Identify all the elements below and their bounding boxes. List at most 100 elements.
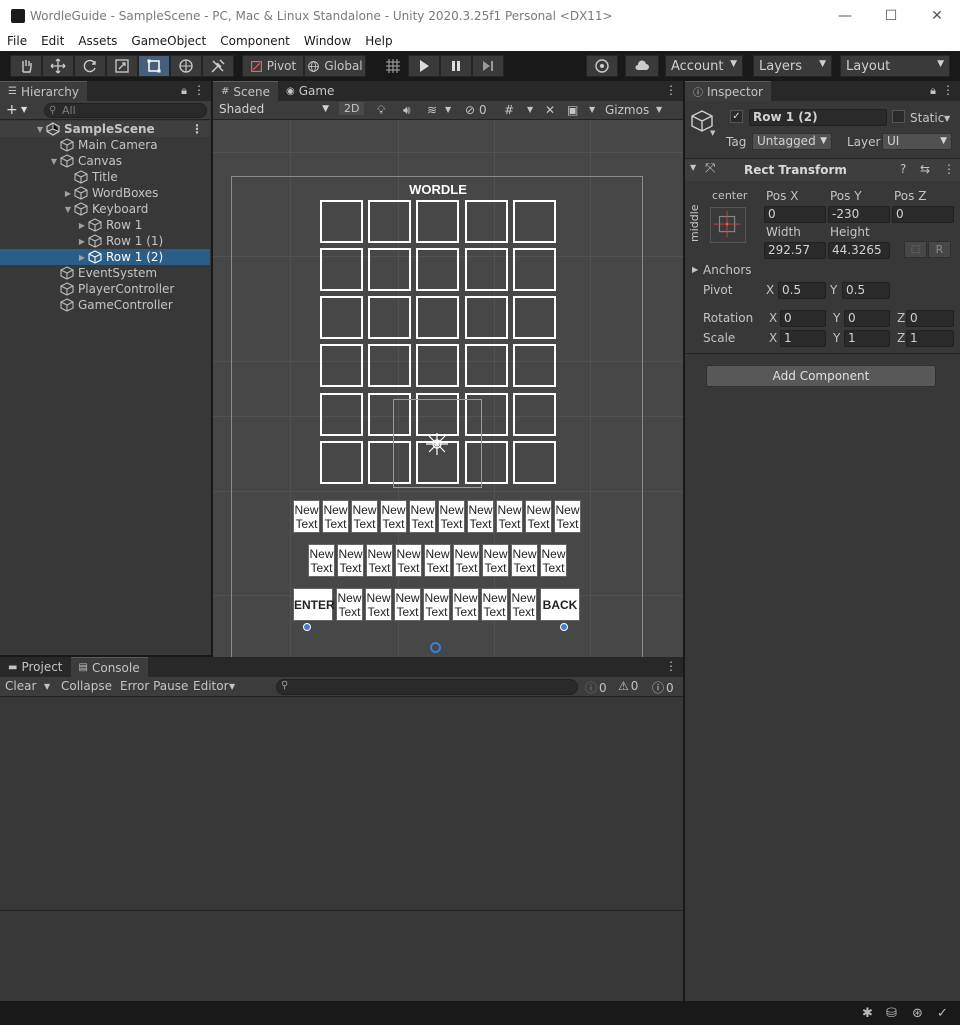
cloud-button[interactable] [625,55,659,77]
keyboard-key[interactable]: New Text [322,500,349,533]
rotate-tool-button[interactable] [74,55,106,77]
layers-dropdown[interactable]: Layers ▼ [753,55,832,77]
expand-arrow-icon[interactable]: ▶ [76,237,88,246]
expand-arrow-icon[interactable]: ▶ [76,253,88,262]
menu-assets[interactable]: Assets [71,34,124,48]
console-detail-area[interactable] [0,911,683,1001]
blueprint-mode-button[interactable]: ⬚ [904,241,927,258]
move-tool-button[interactable] [42,55,74,77]
rect-transform-header[interactable]: ▼ ⤧ Rect Transform ? ⇆ ⋮ [685,159,960,181]
pos-z-field[interactable]: 0 [892,206,954,223]
anchor-handle[interactable] [560,623,568,631]
static-checkbox[interactable] [892,110,905,123]
tab-hierarchy[interactable]: ☰ Hierarchy [0,81,87,101]
tab-project[interactable]: ▬ Project [0,657,71,677]
object-name-field[interactable]: Row 1 (2) [749,109,887,126]
keyboard-key[interactable]: New Text [424,544,451,577]
network-icon[interactable]: ⊛ [912,1006,923,1021]
scale-y-field[interactable]: 1 [844,330,890,347]
layer-dropdown[interactable]: UI ▼ [882,133,952,150]
error-count-badge[interactable]: ⓘ 0 [652,679,674,696]
expand-arrow-icon[interactable]: ▼ [48,157,60,166]
shading-mode-dropdown[interactable]: Shaded ▼ [215,102,333,119]
hierarchy-item-row-1-2[interactable]: ▶ Row 1 (2) [0,249,210,265]
hierarchy-search-input[interactable]: ⚲ All [44,103,207,118]
hierarchy-item-canvas[interactable]: ▼ Canvas [0,153,210,169]
keyboard-key[interactable]: New Text [510,588,537,621]
add-icon[interactable]: + [6,102,18,118]
caret-down-icon[interactable]: ▼ [21,105,27,114]
more-options-icon[interactable]: ⋮ [665,83,677,97]
editor-dropdown[interactable]: Editor [193,679,229,693]
tab-console[interactable]: ▤ Console [70,657,148,677]
more-options-icon[interactable]: ⋮ [665,659,677,673]
expand-arrow-icon[interactable]: ▶ [692,265,698,274]
pivot-y-field[interactable]: 0.5 [842,282,890,299]
rotation-y-field[interactable]: 0 [844,310,890,327]
keyboard-key[interactable]: New Text [511,544,538,577]
collapse-toggle[interactable]: Collapse [61,679,112,693]
keyboard-key[interactable]: New Text [366,544,393,577]
minimize-button[interactable]: — [822,0,868,31]
more-options-icon[interactable]: ⋮ [942,83,954,97]
2d-toggle-button[interactable]: 2D [339,102,365,115]
caret-down-icon[interactable]: ▼ [589,105,595,114]
keyboard-key[interactable]: New Text [481,588,508,621]
account-dropdown[interactable]: Account ▼ [665,55,743,77]
global-toggle-button[interactable]: Global [304,55,366,77]
keyboard-key[interactable]: New Text [453,544,480,577]
scale-x-field[interactable]: 1 [780,330,826,347]
more-options-icon[interactable]: ⋮ [193,83,205,97]
menu-window[interactable]: Window [297,34,358,48]
hierarchy-item-title[interactable]: Title [0,169,210,185]
keyboard-key[interactable]: New Text [308,544,335,577]
error-pause-toggle[interactable]: Error Pause [120,679,188,693]
pivot-x-field[interactable]: 0.5 [778,282,826,299]
more-options-icon[interactable]: ⋮ [191,122,203,136]
caret-down-icon[interactable]: ▼ [656,105,662,114]
custom-tool-button[interactable] [202,55,234,77]
caret-down-icon[interactable]: ▼ [229,682,235,691]
keyboard-key[interactable]: New Text [337,544,364,577]
tag-dropdown[interactable]: Untagged ▼ [752,133,832,150]
hierarchy-item-row-1[interactable]: ▶ Row 1 [0,217,210,233]
expand-arrow-icon[interactable]: ▶ [76,221,88,230]
hierarchy-item-samplescene[interactable]: ▼ SampleScene ⋮ [0,121,210,137]
active-checkbox[interactable]: ✓ [730,110,743,123]
expand-arrow-icon[interactable]: ▶ [62,189,74,198]
keyboard-key[interactable]: New Text [482,544,509,577]
keyboard-key[interactable]: New Text [336,588,363,621]
rect-tool-button[interactable] [138,55,170,77]
camera-icon[interactable]: ▣ [567,103,578,117]
anchor-presets-button[interactable] [710,207,746,243]
lock-icon[interactable]: 🔒︎ [181,84,187,98]
lock-icon[interactable]: 🔒︎ [930,84,936,98]
enter-key[interactable]: ENTER [293,588,335,621]
keyboard-key[interactable]: New Text [452,588,479,621]
collab-button[interactable] [586,55,618,77]
rotation-z-field[interactable]: 0 [906,310,954,327]
keyboard-key[interactable]: New Text [467,500,494,533]
warning-count-badge[interactable]: ⚠ 0 [618,679,638,693]
effects-icon[interactable]: ≋ [427,103,437,117]
hand-tool-button[interactable] [10,55,42,77]
hierarchy-item-keyboard[interactable]: ▼ Keyboard [0,201,210,217]
pos-x-field[interactable]: 0 [764,206,826,223]
gizmos-button[interactable]: Gizmos [605,103,649,117]
play-button[interactable] [408,55,440,77]
scale-z-field[interactable]: 1 [906,330,954,347]
keyboard-key[interactable]: New Text [380,500,407,533]
anchor-handle[interactable] [303,623,311,631]
step-button[interactable] [472,55,504,77]
hierarchy-item-eventsystem[interactable]: EventSystem [0,265,210,281]
tools-icon[interactable]: ✕ [545,103,555,117]
keyboard-key[interactable]: New Text [409,500,436,533]
add-component-button[interactable]: Add Component [706,365,936,387]
layout-dropdown[interactable]: Layout ▼ [840,55,950,77]
grid-snap-button[interactable] [378,55,408,77]
lighting-icon[interactable]: 💡︎ [377,103,385,118]
caret-down-icon[interactable]: ▼ [710,129,715,137]
menu-help[interactable]: Help [358,34,399,48]
menu-file[interactable]: File [0,34,34,48]
checkmark-icon[interactable]: ✓ [937,1006,948,1021]
